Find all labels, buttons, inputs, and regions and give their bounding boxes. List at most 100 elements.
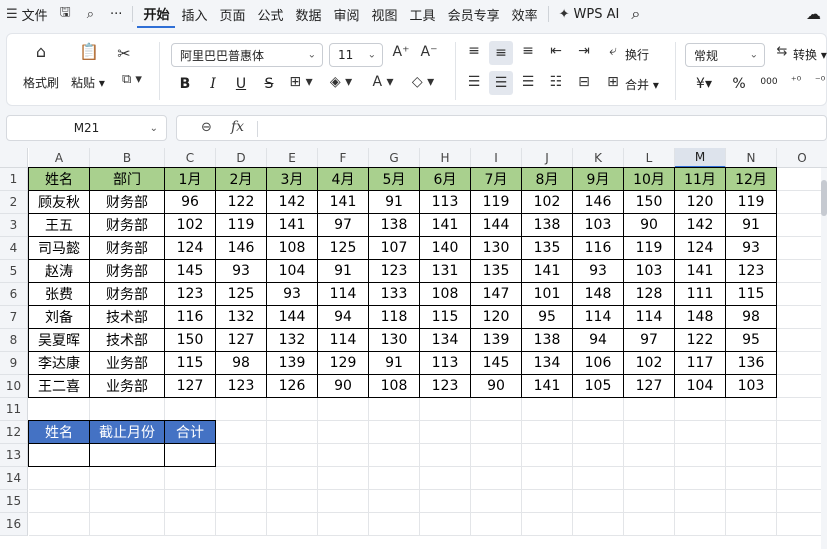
table-cell[interactable]: 业务部 [89, 351, 165, 375]
grid-cell[interactable] [90, 513, 165, 536]
table-cell[interactable]: 93 [725, 236, 777, 260]
grid-cell[interactable] [573, 467, 624, 490]
table-cell[interactable]: 93 [215, 259, 267, 283]
cloud-upload-icon[interactable]: ☁ [800, 0, 827, 28]
grid-cell[interactable] [318, 444, 369, 467]
format-painter-label[interactable]: 格式刷 [23, 74, 59, 91]
table-cell[interactable]: 合计 [164, 420, 216, 444]
row-header[interactable]: 10 [0, 375, 28, 398]
align-center-icon[interactable]: ☰ [489, 71, 513, 95]
grid-cell[interactable] [420, 421, 471, 444]
table-cell[interactable]: 126 [266, 374, 318, 398]
grid-cell[interactable] [522, 421, 573, 444]
cut-icon[interactable]: ✂ [113, 44, 135, 63]
grid-cell[interactable] [777, 260, 827, 283]
column-header[interactable]: O [777, 148, 827, 168]
table-cell[interactable]: 135 [521, 236, 573, 260]
table-cell[interactable]: 王五 [28, 213, 90, 237]
justify-icon[interactable]: ☷ [545, 74, 567, 90]
table-cell[interactable]: 103 [572, 213, 624, 237]
column-header[interactable]: K [573, 148, 624, 168]
table-cell[interactable]: 财务部 [89, 259, 165, 283]
align-top-icon[interactable]: ≡ [463, 43, 485, 59]
table-cell[interactable]: 司马懿 [28, 236, 90, 260]
number-format-select[interactable]: 常规 ⌄ [685, 43, 765, 67]
column-header[interactable]: A [29, 148, 90, 168]
strikethrough-button[interactable]: S [259, 74, 279, 94]
table-cell[interactable]: 119 [725, 190, 777, 214]
grid-cell[interactable] [318, 513, 369, 536]
merge-cells-label[interactable]: 合并 ▾ [625, 76, 659, 93]
row-header[interactable]: 12 [0, 421, 28, 444]
table-cell[interactable]: 122 [215, 190, 267, 214]
grid-cell[interactable] [777, 467, 827, 490]
table-cell[interactable]: 141 [317, 190, 369, 214]
menu-item-9[interactable]: 审阅 [328, 0, 366, 28]
table-cell[interactable]: 130 [368, 328, 420, 352]
table-cell[interactable]: 91 [368, 190, 420, 214]
table-cell[interactable]: 140 [419, 236, 471, 260]
table-cell[interactable]: 91 [317, 259, 369, 283]
underline-button[interactable]: U [231, 74, 251, 94]
grid-cell[interactable] [216, 398, 267, 421]
table-cell[interactable]: 98 [215, 351, 267, 375]
table-cell[interactable]: 106 [572, 351, 624, 375]
column-header[interactable]: N [726, 148, 777, 168]
table-cell[interactable]: 119 [470, 190, 522, 214]
paste-label[interactable]: 粘贴 ▾ [71, 74, 105, 91]
grid-cell[interactable] [726, 467, 777, 490]
table-cell[interactable]: 2月 [215, 167, 267, 191]
row-header[interactable]: 11 [0, 398, 28, 421]
table-cell[interactable]: 124 [674, 236, 726, 260]
table-cell[interactable]: 123 [419, 374, 471, 398]
grid-cell[interactable] [777, 444, 827, 467]
grid-cell[interactable] [267, 444, 318, 467]
table-cell[interactable]: 115 [419, 305, 471, 329]
grid-cell[interactable] [777, 168, 827, 191]
table-cell[interactable]: 技术部 [89, 328, 165, 352]
grid-cell[interactable] [267, 513, 318, 536]
table-cell[interactable]: 146 [215, 236, 267, 260]
grid-cell[interactable] [777, 191, 827, 214]
grid-cell[interactable] [420, 444, 471, 467]
table-cell[interactable]: 5月 [368, 167, 420, 191]
grid-cell[interactable] [369, 444, 420, 467]
grid-cell[interactable] [777, 237, 827, 260]
grid-cell[interactable] [471, 513, 522, 536]
menu-item-5[interactable]: 插入 [175, 0, 213, 28]
increase-font-icon[interactable]: A⁺ [391, 44, 411, 60]
table-cell[interactable]: 147 [470, 282, 522, 306]
table-cell[interactable]: 102 [521, 190, 573, 214]
table-cell[interactable]: 150 [623, 190, 675, 214]
grid-cell[interactable] [573, 513, 624, 536]
table-cell[interactable]: 108 [368, 374, 420, 398]
table-cell[interactable]: 财务部 [89, 213, 165, 237]
table-cell[interactable]: 3月 [266, 167, 318, 191]
table-cell[interactable]: 127 [623, 374, 675, 398]
grid-cell[interactable] [522, 398, 573, 421]
table-cell[interactable]: 122 [674, 328, 726, 352]
row-header[interactable]: 4 [0, 237, 28, 260]
search-icon[interactable]: ⌕ [625, 0, 646, 28]
grid-cell[interactable] [471, 398, 522, 421]
grid-cell[interactable] [726, 444, 777, 467]
table-cell[interactable]: 150 [164, 328, 216, 352]
grid-cell[interactable] [522, 490, 573, 513]
grid-cell[interactable] [777, 214, 827, 237]
table-cell[interactable] [89, 443, 165, 467]
save-button[interactable]: 🖫 [54, 0, 81, 28]
table-cell[interactable]: 145 [470, 351, 522, 375]
table-cell[interactable]: 7月 [470, 167, 522, 191]
table-cell[interactable]: 127 [215, 328, 267, 352]
row-header[interactable]: 5 [0, 260, 28, 283]
table-cell[interactable]: 138 [521, 328, 573, 352]
bold-button[interactable]: B [175, 74, 195, 94]
column-header[interactable]: M [675, 148, 726, 168]
table-cell[interactable]: 技术部 [89, 305, 165, 329]
table-cell[interactable]: 财务部 [89, 236, 165, 260]
grid-cell[interactable] [675, 490, 726, 513]
column-header[interactable]: L [624, 148, 675, 168]
row-header[interactable]: 13 [0, 444, 28, 467]
table-cell[interactable]: 104 [266, 259, 318, 283]
table-cell[interactable]: 90 [623, 213, 675, 237]
